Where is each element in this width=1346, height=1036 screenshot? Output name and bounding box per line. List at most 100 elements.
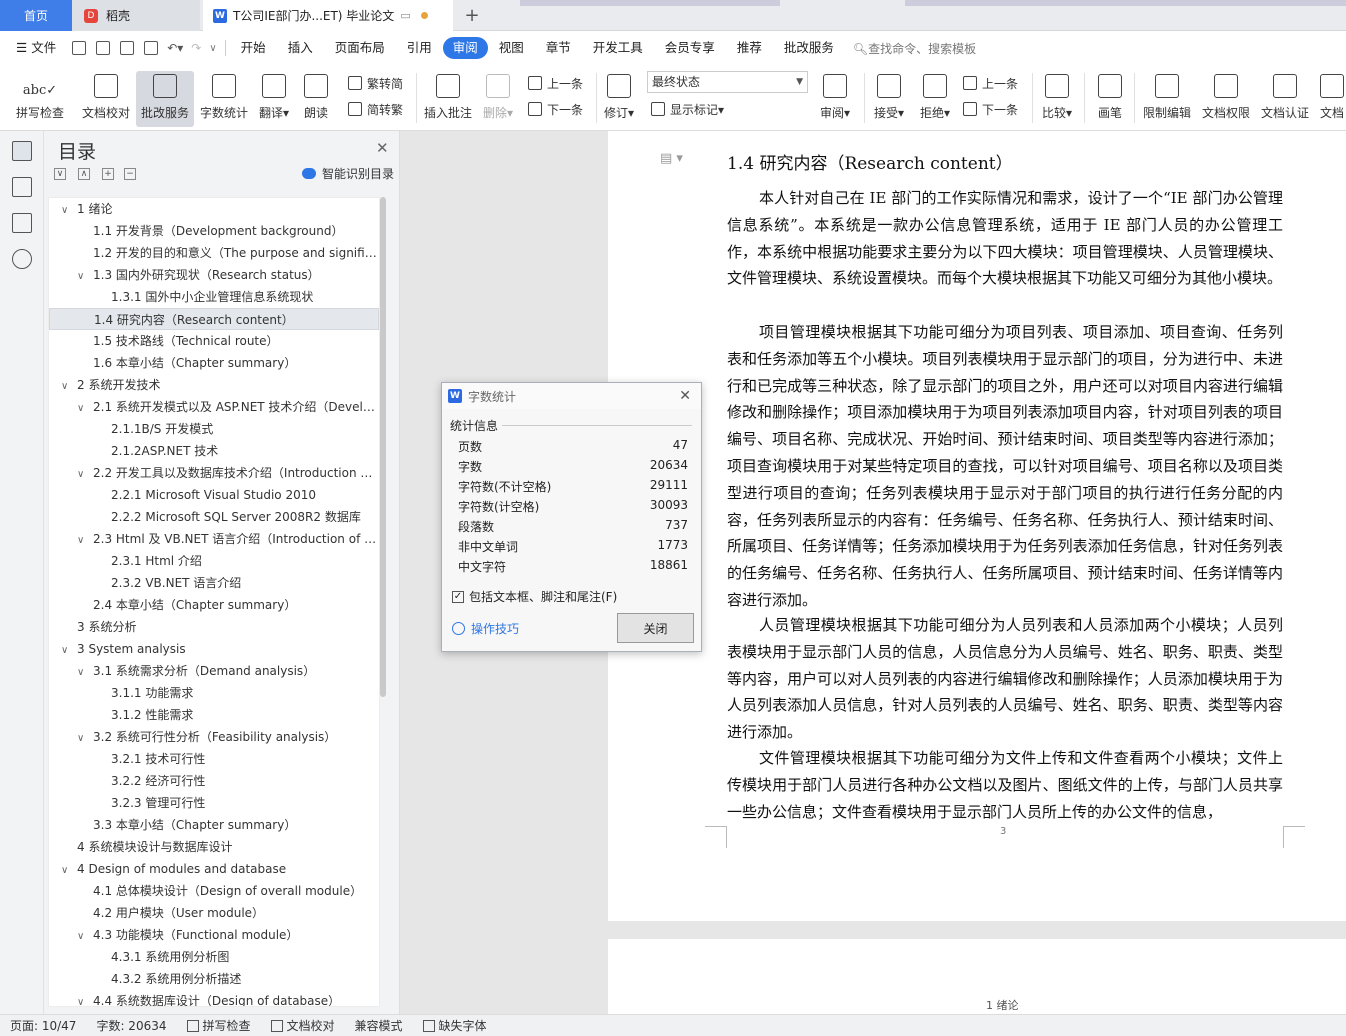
toc-item[interactable]: 1.6 本章小结（Chapter summary） [49,352,379,374]
trad-to-simp-button[interactable]: 繁转简 [348,73,403,93]
chevron-down-icon[interactable]: ∨ [77,728,89,748]
collapse-all-icon[interactable]: ∨ [54,168,66,180]
proofread-button[interactable]: 文档校对 [78,71,134,127]
toc-scrollbar[interactable] [380,197,386,697]
expand-up-icon[interactable]: ∧ [78,168,90,180]
chevron-down-icon[interactable]: ∨ [61,200,73,220]
tab-daoke[interactable]: D 稻壳 [72,0,200,31]
chevron-down-icon[interactable]: ∨ [61,860,73,880]
menu-recommend[interactable]: 推荐 [726,37,773,59]
read-aloud-button[interactable]: 朗读 [298,71,334,127]
toc-item[interactable]: 4.3.1 系统用例分析图 [49,946,379,968]
chevron-down-icon[interactable]: ∨ [77,464,89,484]
next-change-button[interactable]: 下一条 [963,99,1018,119]
restrict-edit-button[interactable]: 限制编辑 [1140,71,1194,127]
close-icon[interactable]: ✕ [376,139,389,157]
pen-button[interactable]: 画笔 [1092,71,1128,127]
dialog-titlebar[interactable]: W 字数统计 [442,383,701,409]
doc-more-button[interactable]: 文档 [1318,71,1346,127]
toc-nav-icon[interactable] [12,141,32,161]
toc-item[interactable]: ∨ 4.3 功能模块（Functional module） [49,924,379,946]
window-icon[interactable]: ▭ [400,9,410,22]
export-pdf-icon[interactable] [96,41,111,55]
tab-document[interactable]: W T公司IE部门办...ET) 毕业论文 ▭ [203,0,453,31]
toc-item[interactable]: 2.1.1B/S 开发模式 [49,418,379,440]
save-icon[interactable] [72,41,87,55]
toc-item[interactable]: ∨ 1.3 国内外研究现状（Research status） [49,264,379,286]
menu-review[interactable]: 审阅 [442,37,488,59]
page-menu-icon[interactable]: ▤ ▾ [660,151,683,166]
command-search[interactable]: 🔍︎查找命令、搜索模板 [853,40,976,57]
menu-view[interactable]: 视图 [488,37,535,59]
insert-comment-button[interactable]: 插入批注 [422,71,474,127]
file-menu[interactable]: ☰ 文件 [0,37,67,59]
reject-button[interactable]: 拒绝▾ [916,71,954,127]
chevron-down-icon[interactable]: ∨ [77,992,89,1006]
print-icon[interactable] [120,41,135,55]
toc-item[interactable]: ∨ 2.2 开发工具以及数据库技术介绍（Introduction … [49,462,379,484]
spellcheck-button[interactable]: abc✓ 拼写检查 [10,71,70,127]
toc-item[interactable]: ∨ 2.1 系统开发模式以及 ASP.NET 技术介绍（Devel… [49,396,379,418]
revise-button[interactable]: 修订▾ [600,71,638,127]
prev-change-button[interactable]: 上一条 [963,73,1018,93]
chevron-down-icon[interactable]: ∨ [77,530,89,550]
toc-item[interactable]: 3.1.2 性能需求 [49,704,379,726]
toc-item[interactable]: 2.2.2 Microsoft SQL Server 2008R2 数据库 [49,506,379,528]
toc-item[interactable]: 1.3.1 国外中小企业管理信息系统现状 [49,286,379,308]
wordcount-button[interactable]: 字数统计 [198,71,250,127]
proofread-status[interactable]: 文档校对 [261,1017,345,1034]
next-comment-button[interactable]: 下一条 [528,99,583,119]
chevron-down-icon[interactable]: ∨ [61,376,73,396]
close-button[interactable]: 关闭 [617,613,694,643]
translate-button[interactable]: 翻译▾ [256,71,292,127]
toc-item[interactable]: ∨ 2.3 Html 及 VB.NET 语言介绍（Introduction of … [49,528,379,550]
toc-item[interactable]: 4 系统模块设计与数据库设计 [49,836,379,858]
grading-button[interactable]: 批改服务 [136,71,194,127]
chevron-down-icon[interactable]: ∨ [77,926,89,946]
chevron-down-icon[interactable]: ∨ [77,266,89,286]
toc-item[interactable]: 3.2.3 管理可行性 [49,792,379,814]
toc-item[interactable]: 2.3.1 Html 介绍 [49,550,379,572]
toc-item[interactable]: ∨ 3 System analysis [49,638,379,660]
bookmark-icon[interactable] [12,213,32,233]
toc-item[interactable]: 4.1 总体模块设计（Design of overall module） [49,880,379,902]
menu-references[interactable]: 引用 [396,37,443,59]
chevron-down-icon[interactable]: ∨ [77,662,89,682]
menu-grading[interactable]: 批改服务 [773,37,845,59]
doc-rights-button[interactable]: 文档权限 [1200,71,1252,127]
close-icon[interactable]: ✕ [679,388,691,404]
compare-button[interactable]: 比较▾ [1038,71,1076,127]
toc-item[interactable]: 2.2.1 Microsoft Visual Studio 2010 [49,484,379,506]
simp-to-trad-button[interactable]: 简转繁 [348,99,403,119]
print-preview-icon[interactable] [144,41,159,55]
redo-icon[interactable]: ↷ [191,41,201,55]
structure-nav-icon[interactable] [12,177,32,197]
toc-item[interactable]: 3.2.2 经济可行性 [49,770,379,792]
missing-font-status[interactable]: 缺失字体 [413,1017,497,1034]
toc-item[interactable]: ∨ 4 Design of modules and database [49,858,379,880]
toc-item[interactable]: 3.3 本章小结（Chapter summary） [49,814,379,836]
toc-item[interactable]: ∨ 3.2 系统可行性分析（Feasibility analysis） [49,726,379,748]
delete-comment-button[interactable]: 删除▾ [480,71,516,127]
toc-item[interactable]: ∨ 1 绪论 [49,198,379,220]
prev-comment-button[interactable]: 上一条 [528,73,583,93]
toc-item[interactable]: 1.1 开发背景（Development background） [49,220,379,242]
toc-item[interactable]: ∨ 3.1 系统需求分析（Demand analysis） [49,660,379,682]
menu-member[interactable]: 会员专享 [654,37,726,59]
accept-button[interactable]: 接受▾ [870,71,908,127]
word-count-indicator[interactable]: 字数: 20634 [86,1017,176,1034]
chevron-down-icon[interactable]: ∨ [77,398,89,418]
menu-layout[interactable]: 页面布局 [324,37,396,59]
chevron-down-icon[interactable]: ∨ [61,640,73,660]
toc-item[interactable]: 3.2.1 技术可行性 [49,748,379,770]
show-marks-button[interactable]: 显示标记▾ [651,99,724,119]
smart-toc-button[interactable]: 智能识别目录 [302,165,394,182]
toc-item[interactable]: ∨ 2 系统开发技术 [49,374,379,396]
menu-insert[interactable]: 插入 [277,37,324,59]
add-item-icon[interactable]: + [102,168,114,180]
toc-item[interactable]: 2.4 本章小结（Chapter summary） [49,594,379,616]
search-icon[interactable] [12,249,32,269]
undo-icon[interactable]: ↶▾ [167,41,183,55]
toc-item[interactable]: 2.1.2ASP.NET 技术 [49,440,379,462]
tab-home[interactable]: 首页 [0,0,72,31]
